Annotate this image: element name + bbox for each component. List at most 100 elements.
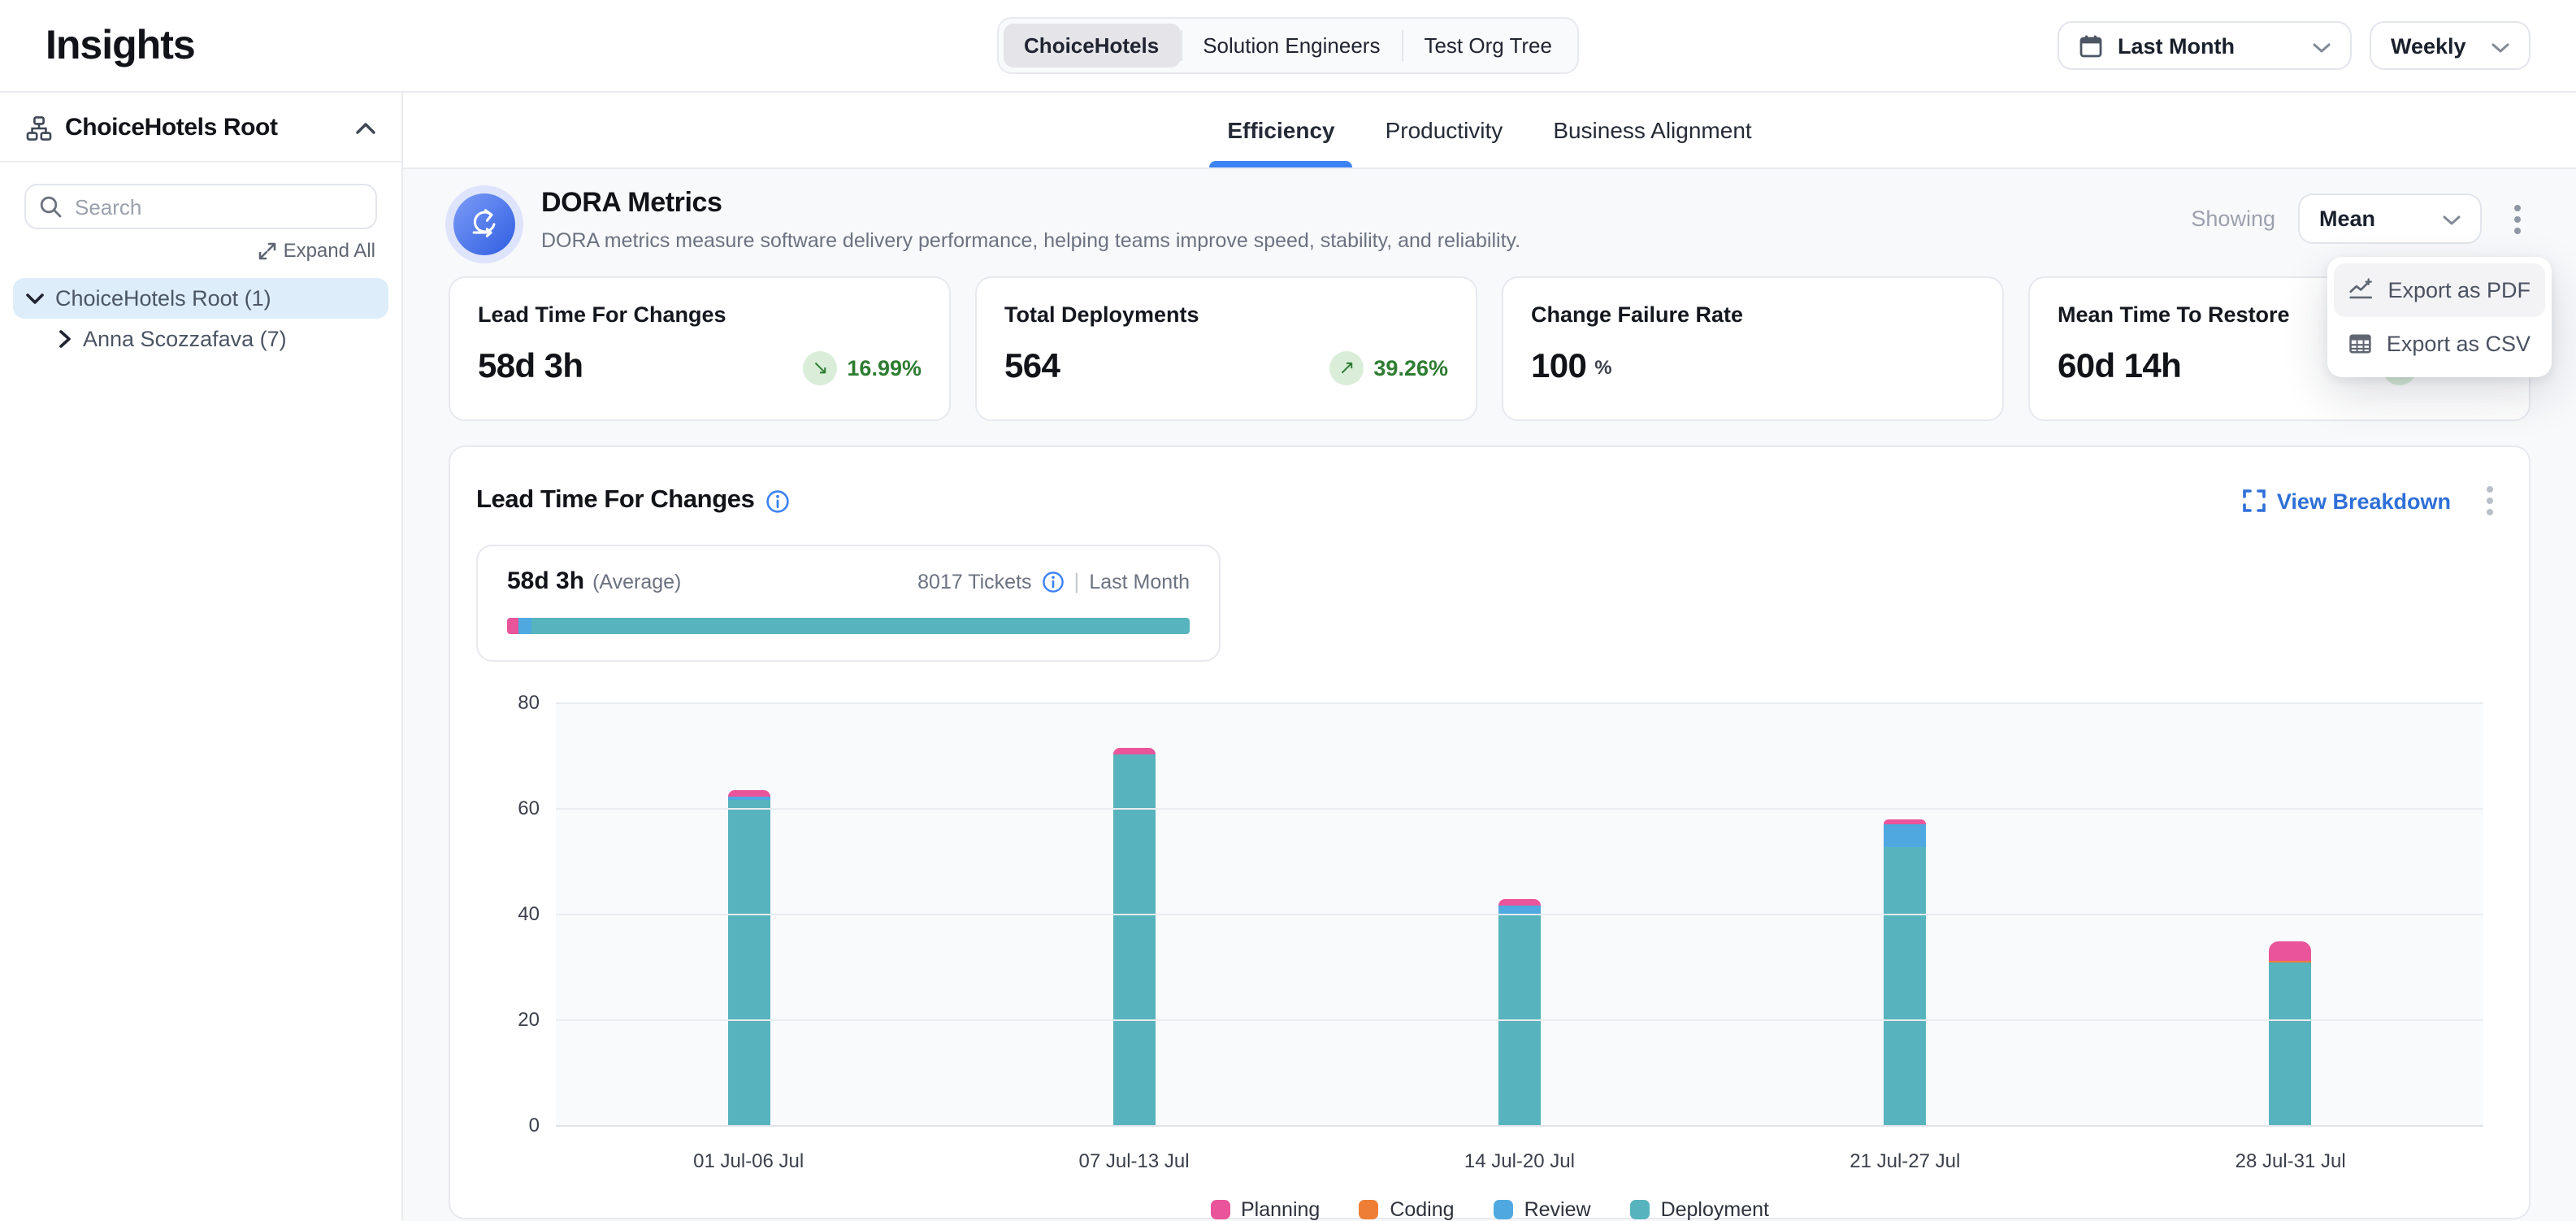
chart-line-icon bbox=[2348, 276, 2373, 304]
aggregation-select[interactable]: Mean bbox=[2298, 193, 2482, 244]
export-csv-menu-item[interactable]: Export as CSV bbox=[2334, 317, 2545, 371]
legend-item-coding[interactable]: Coding bbox=[1359, 1198, 1454, 1221]
bar-01-jul-06-jul[interactable] bbox=[727, 704, 770, 1127]
dora-title: DORA Metrics bbox=[541, 187, 1520, 219]
tab-business-alignment[interactable]: Business Alignment bbox=[1550, 93, 1754, 167]
org-hierarchy-icon bbox=[26, 115, 52, 141]
expand-all-button[interactable]: Expand All bbox=[0, 239, 375, 262]
tickets-count: 8017 Tickets bbox=[917, 570, 1031, 593]
metric-value: 60d 14h bbox=[2058, 348, 2181, 387]
legend-swatch bbox=[1630, 1200, 1650, 1219]
chart-legend: Planning Coding Review Deployment bbox=[476, 1198, 2503, 1221]
metric-unit: % bbox=[1594, 356, 1611, 379]
lead-time-summary-card: 58d 3h (Average) 8017 Tickets | Last Mon… bbox=[476, 545, 1221, 662]
progress-segment-deployment bbox=[531, 618, 1190, 634]
gridline-60: 60 bbox=[556, 808, 2483, 810]
tab-productivity[interactable]: Productivity bbox=[1382, 93, 1507, 167]
chart-plot-area: 0 20 40 60 80 bbox=[556, 704, 2483, 1127]
dora-kebab-menu-button[interactable] bbox=[2504, 198, 2530, 240]
card-change-failure-rate: Change Failure Rate 100 % bbox=[1502, 276, 2004, 421]
header-controls: Last Month Weekly bbox=[2058, 21, 2530, 70]
org-tab-solution-engineers[interactable]: Solution Engineers bbox=[1182, 24, 1401, 67]
org-tab-test-org-tree[interactable]: Test Org Tree bbox=[1403, 24, 1573, 67]
gridline-40: 40 bbox=[556, 914, 2483, 915]
card-lead-time-for-changes: Lead Time For Changes 58d 3h ↘ 16.99% bbox=[449, 276, 951, 421]
legend-swatch bbox=[1494, 1200, 1513, 1219]
insights-page: Insights ChoiceHotels Solution Engineers… bbox=[0, 0, 2576, 1221]
showing-label: Showing bbox=[2191, 206, 2275, 231]
chart-kebab-menu-button[interactable] bbox=[2477, 480, 2503, 522]
dora-controls: Showing Mean Export as PDF bbox=[2191, 193, 2530, 244]
org-tree-sidebar: ChoiceHotels Root Expand All ChoiceHotel… bbox=[0, 93, 403, 1221]
summary-period: Last Month bbox=[1089, 570, 1190, 593]
insight-tabs: Efficiency Productivity Business Alignme… bbox=[403, 93, 2576, 169]
top-header: Insights ChoiceHotels Solution Engineers… bbox=[0, 0, 2576, 93]
metric-value: 100 bbox=[1531, 348, 1586, 387]
bar-segment-planning bbox=[727, 790, 770, 797]
metric-value: 564 bbox=[1004, 348, 1060, 387]
lead-time-stacked-bar-chart: 0 20 40 60 80 01 Jul-06 Jul 07 Jul-13 Jul 14 J… bbox=[476, 704, 2503, 1221]
legend-item-deployment[interactable]: Deployment bbox=[1630, 1198, 1769, 1221]
chart-x-axis-labels: 01 Jul-06 Jul 07 Jul-13 Jul 14 Jul-20 Jul 2… bbox=[556, 1149, 2483, 1172]
bar-14-jul-20-jul[interactable] bbox=[1498, 704, 1541, 1127]
chevron-down-icon[interactable] bbox=[26, 292, 44, 305]
info-icon[interactable] bbox=[765, 489, 790, 513]
phase-progress-bar bbox=[507, 618, 1190, 634]
dora-subtitle: DORA metrics measure software delivery p… bbox=[541, 229, 1520, 252]
bar-segment-deployment bbox=[1884, 847, 1926, 1128]
search-icon bbox=[39, 195, 62, 218]
org-tab-choicehotels[interactable]: ChoiceHotels bbox=[1003, 24, 1180, 67]
bar-21-jul-27-jul[interactable] bbox=[1884, 704, 1926, 1127]
bar-segment-planning bbox=[2270, 941, 2312, 960]
trend-badge: ↘ 16.99% bbox=[803, 350, 922, 385]
dora-cycle-icon bbox=[453, 193, 515, 255]
calendar-icon bbox=[2079, 33, 2103, 58]
tab-efficiency[interactable]: Efficiency bbox=[1224, 93, 1338, 167]
tree-item-anna-scozzafava[interactable]: Anna Scozzafava (7) bbox=[46, 319, 388, 359]
view-breakdown-button[interactable]: View Breakdown bbox=[2243, 489, 2451, 513]
search-input[interactable] bbox=[24, 184, 377, 229]
legend-item-review[interactable]: Review bbox=[1494, 1198, 1591, 1221]
x-axis-label: 21 Jul-27 Jul bbox=[1807, 1149, 2002, 1172]
tree-item-choicehotels-root[interactable]: ChoiceHotels Root (1) bbox=[13, 278, 388, 319]
legend-swatch bbox=[1210, 1200, 1229, 1219]
x-axis-label: 07 Jul-13 Jul bbox=[1037, 1149, 1232, 1172]
bar-segment-deployment bbox=[1498, 915, 1541, 1127]
trend-down-icon: ↘ bbox=[803, 350, 837, 385]
chevron-down-icon bbox=[2491, 33, 2509, 58]
dora-metrics-header: DORA Metrics DORA metrics measure softwa… bbox=[449, 187, 2530, 255]
export-menu: Export as PDF Export as CSV bbox=[2327, 257, 2552, 377]
efficiency-content: DORA Metrics DORA metrics measure softwa… bbox=[403, 169, 2576, 1221]
expand-all-icon bbox=[259, 241, 277, 259]
dora-titles: DORA Metrics DORA metrics measure softwa… bbox=[541, 187, 1520, 252]
granularity-select[interactable]: Weekly bbox=[2370, 21, 2530, 70]
gridline-20: 20 bbox=[556, 1019, 2483, 1021]
collapse-sidebar-section-icon[interactable] bbox=[356, 121, 375, 134]
sidebar-title: ChoiceHotels Root bbox=[65, 114, 278, 141]
lead-time-chart-card: Lead Time For Changes View Breakdown bbox=[449, 445, 2530, 1219]
trend-up-icon: ↗ bbox=[1329, 350, 1364, 385]
bar-28-jul-31-jul[interactable] bbox=[2270, 704, 2312, 1127]
progress-segment-planning bbox=[507, 618, 518, 634]
sidebar-header: ChoiceHotels Root bbox=[0, 93, 401, 163]
x-axis-label: 14 Jul-20 Jul bbox=[1422, 1149, 1617, 1172]
info-icon[interactable] bbox=[1042, 570, 1065, 593]
card-total-deployments: Total Deployments 564 ↗ 39.26% bbox=[975, 276, 1477, 421]
bar-segment-deployment bbox=[727, 800, 770, 1127]
gridline-80: 80 bbox=[556, 702, 2483, 704]
export-pdf-menu-item[interactable]: Export as PDF bbox=[2334, 263, 2545, 317]
org-switcher: ChoiceHotels Solution Engineers Test Org… bbox=[996, 17, 1580, 74]
legend-swatch bbox=[1359, 1200, 1378, 1219]
bar-07-jul-13-jul[interactable] bbox=[1113, 704, 1156, 1127]
x-axis-label: 01 Jul-06 Jul bbox=[651, 1149, 846, 1172]
page-title: Insights bbox=[46, 22, 195, 69]
gridline-0: 0 bbox=[556, 1125, 2483, 1127]
expand-corners-icon bbox=[2243, 489, 2266, 512]
date-range-select[interactable]: Last Month bbox=[2058, 21, 2352, 70]
legend-item-planning[interactable]: Planning bbox=[1210, 1198, 1320, 1221]
chevron-right-icon[interactable] bbox=[59, 330, 72, 348]
bar-segment-deployment bbox=[1113, 754, 1156, 1127]
metric-value: 58d 3h bbox=[478, 348, 583, 387]
org-tree: ChoiceHotels Root (1) Anna Scozzafava (7… bbox=[0, 275, 401, 363]
summary-qualifier: (Average) bbox=[592, 570, 681, 593]
